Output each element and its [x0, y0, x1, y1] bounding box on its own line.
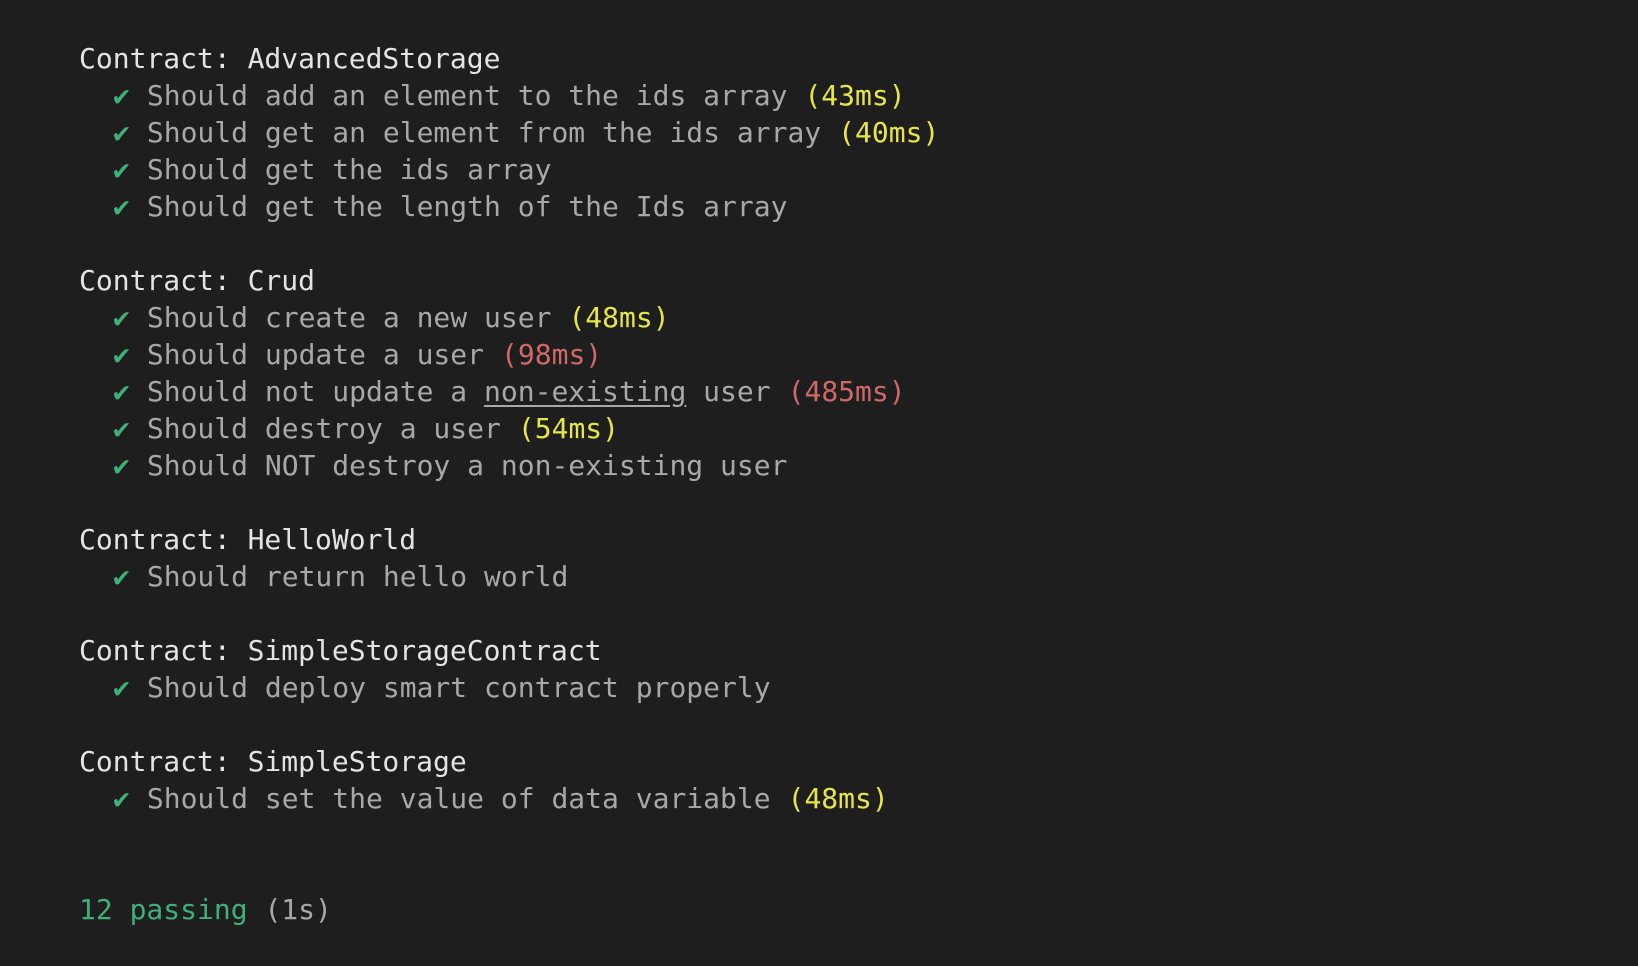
test-suite: Contract: SimpleStorageContract ✔ Should … — [79, 632, 1599, 706]
test-duration: (48ms) — [568, 301, 670, 334]
test-name: Should get the length of the Ids array — [146, 190, 788, 223]
suite-title: Contract: AdvancedStorage — [79, 42, 501, 75]
test-name: Should add an element to the ids array — [146, 79, 788, 112]
test-duration: (98ms) — [501, 338, 603, 371]
checkmark-icon: ✔ — [113, 671, 130, 704]
checkmark-icon: ✔ — [113, 449, 130, 482]
test-row: ✔ Should destroy a user (54ms) — [79, 410, 1599, 447]
test-row: ✔ Should set the value of data variable (4… — [79, 780, 1599, 817]
test-row: ✔ Should NOT destroy a non-existing user — [79, 447, 1599, 484]
underlined-word: non-existing — [484, 375, 687, 408]
test-name: Should NOT destroy a non-existing user — [146, 449, 788, 482]
test-duration: (43ms) — [804, 79, 906, 112]
checkmark-icon: ✔ — [113, 338, 130, 371]
test-row: ✔ Should deploy smart contract properly — [79, 669, 1599, 706]
test-row: ✔ Should not update a non-existing user (4… — [79, 373, 1599, 410]
suite-title: Contract: Crud — [79, 264, 316, 297]
test-row: ✔ Should create a new user (48ms) — [79, 299, 1599, 336]
test-duration: (40ms) — [838, 116, 940, 149]
checkmark-icon: ✔ — [113, 375, 130, 408]
test-name-end: user — [686, 375, 771, 408]
checkmark-icon: ✔ — [113, 301, 130, 334]
passing-count: 12 passing — [79, 893, 248, 926]
test-name: Should update a user — [146, 338, 485, 371]
test-suite: Contract: HelloWorld ✔ Should return hell… — [79, 521, 1599, 595]
checkmark-icon: ✔ — [113, 190, 130, 223]
test-name-start: Should not update a — [146, 375, 485, 408]
test-name: Should destroy a user — [146, 412, 501, 445]
test-name: Should create a new user — [146, 301, 552, 334]
test-name: Should deploy smart contract properly — [146, 671, 771, 704]
checkmark-icon: ✔ — [113, 79, 130, 112]
test-row: ✔ Should get the length of the Ids array — [79, 188, 1599, 225]
suite-title: Contract: SimpleStorage — [79, 745, 467, 778]
test-suite: Contract: AdvancedStorage ✔ Should add an… — [79, 40, 1599, 225]
test-suite: Contract: Crud ✔ Should create a new user… — [79, 262, 1599, 484]
test-row: ✔ Should get an element from the ids arra… — [79, 114, 1599, 151]
test-row: ✔ Should get the ids array — [79, 151, 1599, 188]
suite-title: Contract: SimpleStorageContract — [79, 634, 602, 667]
checkmark-icon: ✔ — [113, 412, 130, 445]
checkmark-icon: ✔ — [113, 153, 130, 186]
checkmark-icon: ✔ — [113, 116, 130, 149]
checkmark-icon: ✔ — [113, 560, 130, 593]
test-row: ✔ Should update a user (98ms) — [79, 336, 1599, 373]
test-duration: (54ms) — [517, 412, 620, 445]
test-name: Should get an element from the ids array — [146, 116, 822, 149]
test-name: Should set the value of data variable — [146, 782, 771, 815]
test-row: ✔ Should add an element to the ids array (… — [79, 77, 1599, 114]
test-duration: (48ms) — [787, 782, 889, 815]
test-duration: (485ms) — [787, 375, 906, 408]
elapsed-time: (1s) — [264, 893, 332, 926]
test-suite: Contract: SimpleStorage ✔ Should set the … — [79, 743, 1599, 817]
checkmark-icon: ✔ — [113, 782, 130, 815]
test-summary: 12 passing (1s) — [79, 891, 1599, 928]
terminal-output: Contract: AdvancedStorage ✔ Should add an… — [79, 40, 1599, 928]
test-row: ✔ Should return hello world — [79, 558, 1599, 595]
test-name: Should return hello world — [146, 560, 569, 593]
test-name: Should get the ids array — [146, 153, 552, 186]
suite-title: Contract: HelloWorld — [79, 523, 417, 556]
